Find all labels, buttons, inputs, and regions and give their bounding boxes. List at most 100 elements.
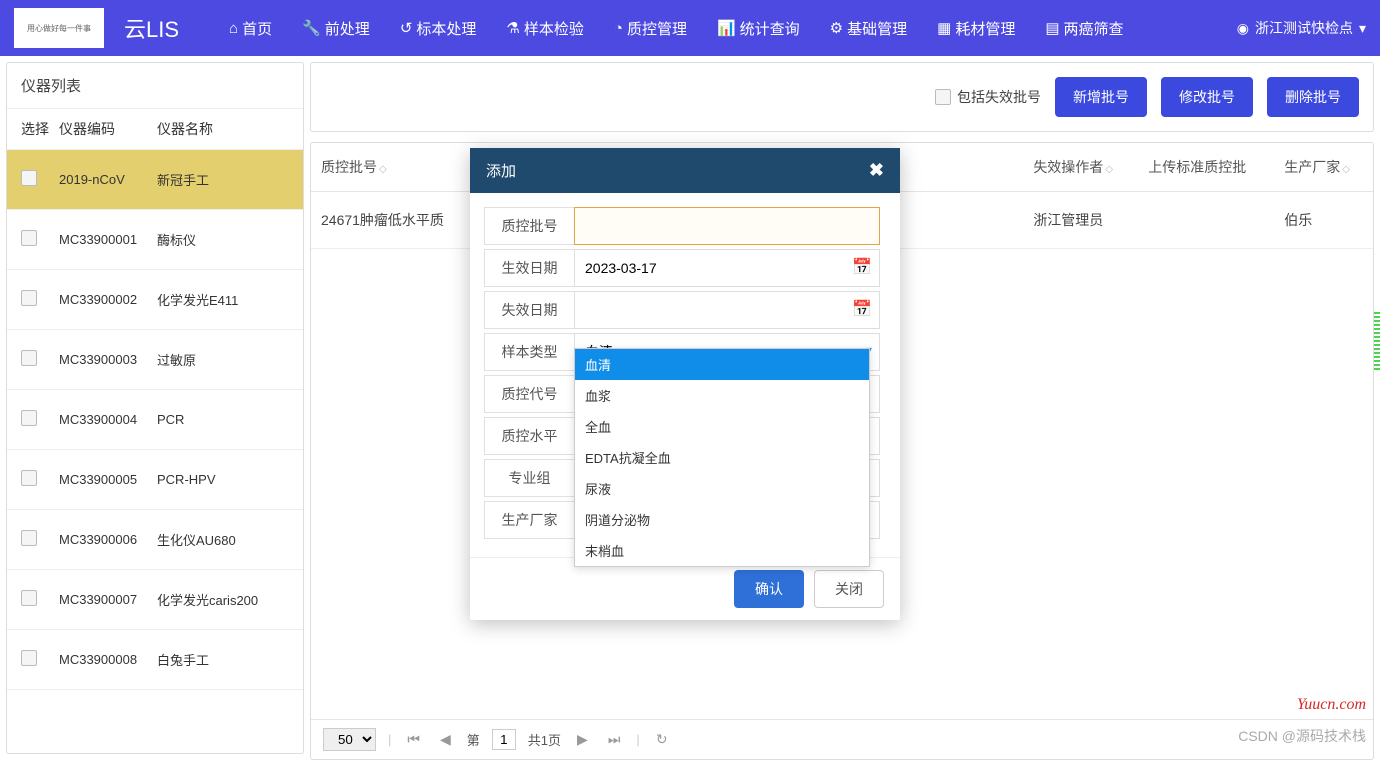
watermark: CSDN @源码技术栈	[1238, 726, 1366, 746]
nav-qc[interactable]: ◔质控管理	[614, 18, 687, 39]
dropdown-option[interactable]: EDTA抗凝全血	[575, 442, 869, 473]
sidebar-row[interactable]: MC33900006生化仪AU680	[7, 510, 303, 570]
edit-batch-button[interactable]: 修改批号	[1161, 77, 1253, 117]
checkbox-icon[interactable]	[21, 350, 37, 366]
checkbox-icon[interactable]	[21, 470, 37, 486]
nav-test[interactable]: ⚗样本检验	[506, 18, 583, 39]
chevron-down-icon: ▾	[1359, 20, 1366, 37]
side-indicator	[1374, 310, 1380, 370]
label-maker: 生产厂家	[484, 501, 574, 539]
calendar-icon[interactable]: 📅	[852, 257, 872, 277]
label-qc-level: 质控水平	[484, 417, 574, 455]
nav-supply[interactable]: ▦耗材管理	[937, 18, 1015, 39]
input-eff-date[interactable]	[574, 249, 880, 287]
top-nav: 用心做好每一件事 云LIS ⌂首页 🔧前处理 ↺标本处理 ⚗样本检验 ◔质控管理…	[0, 0, 1380, 56]
close-button[interactable]: 关闭	[814, 570, 884, 608]
checkbox-icon[interactable]	[21, 230, 37, 246]
confirm-button[interactable]: 确认	[734, 570, 804, 608]
user-menu[interactable]: ◉ 浙江测试快检点 ▾	[1237, 18, 1366, 38]
instrument-name: 酶标仪	[157, 230, 289, 249]
sidebar-row[interactable]: MC33900002化学发光E411	[7, 270, 303, 330]
include-invalid-checkbox[interactable]: 包括失效批号	[935, 87, 1041, 107]
instrument-name: 过敏原	[157, 350, 289, 369]
page-input[interactable]	[492, 729, 516, 750]
checkbox-icon[interactable]	[21, 530, 37, 546]
sort-icon: ◇	[379, 164, 387, 175]
dialog-header: 添加 ✖	[470, 148, 900, 193]
close-icon[interactable]: ✖	[869, 160, 884, 181]
dropdown-option[interactable]: 尿液	[575, 473, 869, 504]
sidebar-row[interactable]: MC33900005 PCR-HPV	[7, 450, 303, 510]
col-operator[interactable]: 失效操作者◇	[1023, 143, 1138, 192]
app-name: 云LIS	[124, 12, 179, 44]
sidebar-row[interactable]: 2019-nCoV新冠手工	[7, 150, 303, 210]
pager-prev-icon[interactable]: ◀	[436, 731, 455, 748]
pager: 50 | ⏮ ◀ 第 共1页 ▶ ⏭ | ↻	[311, 719, 1373, 759]
input-exp-date[interactable]	[574, 291, 880, 329]
wrench-icon: 🔧	[302, 19, 321, 37]
instrument-code: MC33900003	[59, 352, 149, 367]
page-size-select[interactable]: 50	[323, 728, 376, 751]
instrument-name: 化学发光caris200	[157, 590, 289, 609]
calendar-icon[interactable]: 📅	[852, 299, 872, 319]
pager-next-icon[interactable]: ▶	[573, 731, 592, 748]
sidebar-row[interactable]: MC33900008白兔手工	[7, 630, 303, 690]
checkbox-icon[interactable]	[21, 290, 37, 306]
delete-batch-button[interactable]: 删除批号	[1267, 77, 1359, 117]
pager-refresh-icon[interactable]: ↻	[652, 731, 672, 748]
user-icon: ◉	[1237, 20, 1249, 37]
checkbox-icon[interactable]	[21, 590, 37, 606]
dropdown-option[interactable]: 阴道分泌物	[575, 504, 869, 535]
home-icon: ⌂	[229, 20, 238, 37]
gear-icon: ⚙	[830, 19, 843, 37]
instrument-code: MC33900006	[59, 532, 149, 547]
pager-first-icon[interactable]: ⏮	[403, 731, 424, 748]
instrument-name: PCR-HPV	[157, 472, 289, 487]
sidebar-row[interactable]: MC33900004PCR	[7, 390, 303, 450]
dropdown-option[interactable]: 血清	[575, 349, 869, 380]
sidebar-header: 选择 仪器编码 仪器名称	[7, 109, 303, 150]
label-qc-code: 质控代号	[484, 375, 574, 413]
checkbox-icon[interactable]	[21, 410, 37, 426]
sidebar-row[interactable]: MC33900007 化学发光caris200	[7, 570, 303, 630]
col-batch[interactable]: 质控批号◇	[311, 143, 476, 192]
dropdown-option[interactable]: 末梢血	[575, 535, 869, 566]
input-batch[interactable]	[574, 207, 880, 245]
instrument-code: MC33900007	[59, 592, 149, 607]
nav-stats[interactable]: 📊统计查询	[717, 18, 800, 39]
pager-last-icon[interactable]: ⏭	[604, 731, 625, 748]
col-maker[interactable]: 生产厂家◇	[1274, 143, 1373, 192]
instrument-code: MC33900008	[59, 652, 149, 667]
label-group: 专业组	[484, 459, 574, 497]
sample-type-dropdown: 血清血浆全血EDTA抗凝全血尿液阴道分泌物末梢血	[574, 348, 870, 567]
nav-specimen[interactable]: ↺标本处理	[400, 18, 477, 39]
sidebar-row[interactable]: MC33900003 过敏原	[7, 330, 303, 390]
instrument-name: PCR	[157, 412, 289, 427]
dialog-title: 添加	[486, 160, 516, 181]
checkbox-icon	[935, 89, 951, 105]
label-sample-type: 样本类型	[484, 333, 574, 371]
checkbox-icon[interactable]	[21, 170, 37, 186]
instrument-sidebar: 仪器列表 选择 仪器编码 仪器名称 2019-nCoV新冠手工MC3390000…	[6, 62, 304, 754]
nav-home[interactable]: ⌂首页	[229, 18, 272, 39]
label-exp-date: 失效日期	[484, 291, 574, 329]
nav-base[interactable]: ⚙基础管理	[830, 18, 907, 39]
instrument-name: 新冠手工	[157, 170, 289, 189]
col-upload[interactable]: 上传标准质控批	[1138, 143, 1274, 192]
toolbar: 包括失效批号 新增批号 修改批号 删除批号	[310, 62, 1374, 132]
checkbox-icon[interactable]	[21, 650, 37, 666]
refresh-icon: ↺	[400, 19, 413, 37]
instrument-name: 化学发光E411	[157, 290, 289, 309]
sidebar-row[interactable]: MC33900001酶标仪	[7, 210, 303, 270]
sidebar-title: 仪器列表	[7, 63, 303, 109]
bar-icon: 📊	[717, 19, 736, 37]
label-batch: 质控批号	[484, 207, 574, 245]
nav-pre[interactable]: 🔧前处理	[302, 18, 370, 39]
dropdown-option[interactable]: 血浆	[575, 380, 869, 411]
nav-screen[interactable]: ▤两癌筛查	[1045, 18, 1123, 39]
label-eff-date: 生效日期	[484, 249, 574, 287]
watermark: Yuucn.com	[1297, 696, 1366, 714]
instrument-code: MC33900005	[59, 472, 149, 487]
add-batch-button[interactable]: 新增批号	[1055, 77, 1147, 117]
dropdown-option[interactable]: 全血	[575, 411, 869, 442]
